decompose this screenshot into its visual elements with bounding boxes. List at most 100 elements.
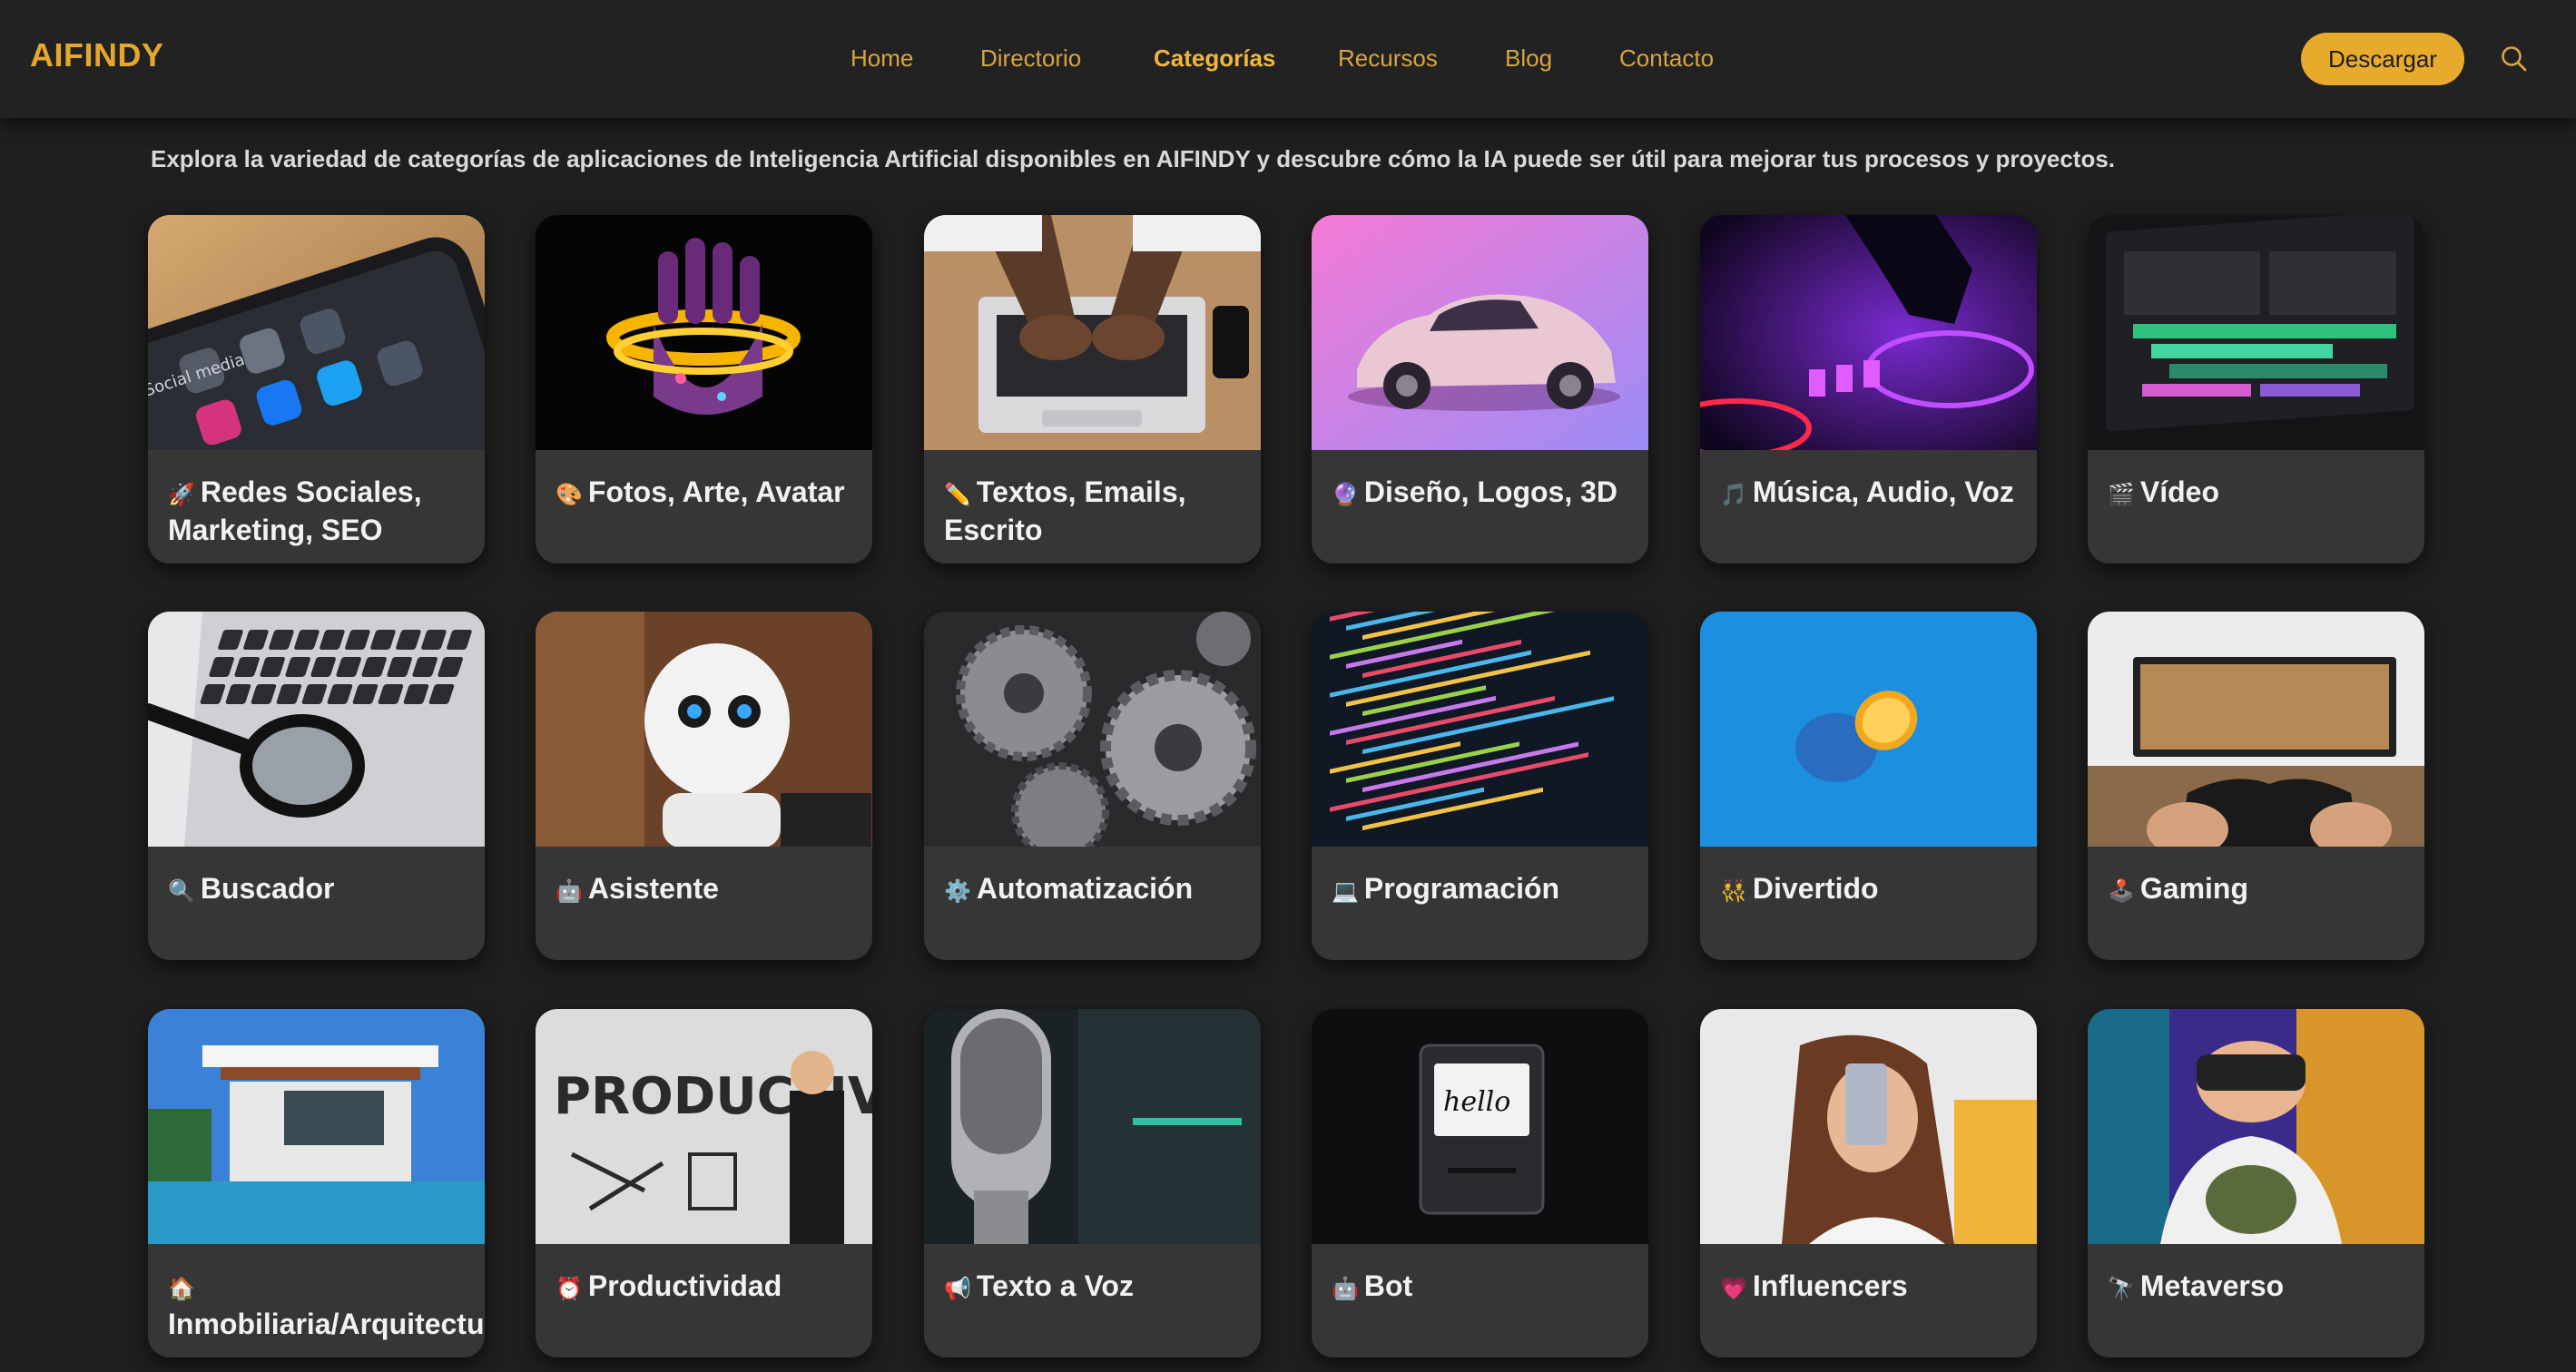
category-title: Música, Audio, Voz: [1752, 475, 2014, 508]
category-title: Bot: [1363, 1269, 1413, 1302]
category-label: 📢 Texto a Voz: [944, 1269, 1244, 1307]
category-emoji-icon: 🤖: [1332, 1277, 1359, 1301]
category-title: Diseño, Logos, 3D: [1363, 475, 1618, 508]
category-label: 🔮 Diseño, Logos, 3D: [1332, 475, 1631, 513]
category-card-16[interactable]: hello 🤖 Bot: [1312, 1009, 1648, 1357]
category-emoji-icon: 🎨: [556, 483, 583, 507]
category-label: 🎨 Fotos, Arte, Avatar: [556, 475, 855, 513]
category-card-15[interactable]: 📢 Texto a Voz: [924, 1009, 1261, 1357]
category-card-11[interactable]: 👯 Divertido: [1700, 612, 2037, 960]
category-emoji-icon: 🕹️: [2108, 879, 2135, 904]
category-emoji-icon: 🎵: [1720, 483, 1747, 507]
page: Explora la variedad de categorías de apl…: [0, 0, 2576, 1372]
gears-image: [924, 612, 1261, 847]
productivity-wall-image: PRODUCTIVIT: [536, 1009, 872, 1244]
category-emoji-icon: 🚀: [168, 483, 195, 507]
blue-lemon-image: [1700, 612, 2037, 847]
category-label: 🤖 Bot: [1332, 1269, 1631, 1307]
category-card-9[interactable]: ⚙️ Automatización: [924, 612, 1261, 960]
category-card-10[interactable]: 💻 Programación: [1312, 612, 1648, 960]
category-card-18[interactable]: 🔭 Metaverso: [2088, 1009, 2424, 1357]
main-nav: Home Directorio Categorías Recursos Blog…: [0, 44, 2576, 75]
category-label: 🚀 Redes Sociales, Marketing, SEO: [168, 475, 467, 547]
category-label: 🤖 Asistente: [556, 871, 855, 909]
category-emoji-icon: 🔮: [1332, 483, 1359, 507]
vr-headset-image: [2088, 1009, 2424, 1244]
category-label: 💗 Influencers: [1720, 1269, 2020, 1307]
category-title: Programación: [1363, 872, 1560, 905]
category-title: Productividad: [587, 1269, 782, 1302]
glowing-hand-image: [536, 215, 872, 450]
nav-recursos[interactable]: Recursos: [1338, 44, 1438, 73]
pink-car-image: [1312, 215, 1648, 450]
category-label: 🎵 Música, Audio, Voz: [1720, 475, 2020, 513]
category-title: Divertido: [1752, 872, 1879, 905]
video-editor-image: [2088, 215, 2424, 450]
category-card-12[interactable]: 🕹️ Gaming: [2088, 612, 2424, 960]
category-emoji-icon: ✏️: [944, 483, 971, 507]
category-label: ⏰ Productividad: [556, 1269, 855, 1307]
category-emoji-icon: 🏠: [168, 1277, 195, 1301]
category-card-5[interactable]: 🎵 Música, Audio, Voz: [1700, 215, 2037, 564]
category-label: 🏠 Inmobiliaria/Arquitectura: [168, 1269, 485, 1341]
category-card-13[interactable]: 🏠 Inmobiliaria/Arquitectura: [148, 1009, 485, 1357]
category-title: Metaverso: [2139, 1269, 2285, 1302]
category-emoji-icon: ⏰: [556, 1277, 583, 1301]
game-controller-image: [2088, 612, 2424, 847]
category-card-8[interactable]: 🤖 Asistente: [536, 612, 872, 960]
category-label: 🔍 Buscador: [168, 871, 467, 909]
intro-text: Explora la variedad de categorías de apl…: [151, 145, 2116, 172]
svg-text:hello: hello: [1443, 1086, 1510, 1118]
category-title: Vídeo: [2139, 475, 2220, 508]
nav-directorio[interactable]: Directorio: [980, 44, 1081, 73]
category-label: 👯 Divertido: [1720, 871, 2020, 909]
category-card-4[interactable]: 🔮 Diseño, Logos, 3D: [1312, 215, 1648, 564]
category-title: Buscador: [200, 872, 335, 905]
category-label: ⚙️ Automatización: [944, 871, 1244, 909]
category-emoji-icon: 👯: [1720, 879, 1747, 904]
magnifier-keyboard-image: [148, 612, 485, 847]
category-emoji-icon: 🤖: [556, 879, 583, 904]
category-label: 🔭 Metaverso: [2108, 1269, 2407, 1307]
laptop-typing-image: [924, 215, 1261, 450]
category-card-7[interactable]: 🔍 Buscador: [148, 612, 485, 960]
robot-image: [536, 612, 872, 847]
category-emoji-icon: 💻: [1332, 879, 1359, 904]
category-card-2[interactable]: 🎨 Fotos, Arte, Avatar: [536, 215, 872, 564]
category-emoji-icon: 🔍: [168, 879, 195, 904]
site-header: AIFINDY Home Directorio Categorías Recur…: [0, 0, 2576, 118]
category-card-3[interactable]: ✏️ Textos, Emails, Escrito: [924, 215, 1261, 564]
download-button[interactable]: Descargar: [2301, 33, 2464, 85]
category-title: Texto a Voz: [976, 1269, 1134, 1302]
category-emoji-icon: 📢: [944, 1277, 971, 1301]
category-title: Fotos, Arte, Avatar: [587, 475, 845, 508]
nav-categorias[interactable]: Categorías: [1154, 44, 1275, 73]
category-emoji-icon: ⚙️: [944, 879, 971, 904]
category-emoji-icon: 🔭: [2108, 1277, 2135, 1301]
selfie-girl-image: [1700, 1009, 2037, 1244]
category-label: 🎬 Vídeo: [2108, 475, 2407, 513]
search-icon[interactable]: [2500, 44, 2529, 74]
category-title: Inmobiliaria/Arquitectura: [168, 1308, 485, 1340]
category-label: 🕹️ Gaming: [2108, 871, 2407, 909]
category-label: ✏️ Textos, Emails, Escrito: [944, 475, 1244, 547]
category-emoji-icon: 🎬: [2108, 483, 2135, 507]
phone-social-apps-image: Social media: [148, 215, 485, 450]
category-card-14[interactable]: PRODUCTIVIT ⏰Productividad: [536, 1009, 872, 1357]
nav-blog[interactable]: Blog: [1505, 44, 1552, 73]
retro-computer-image: hello: [1312, 1009, 1648, 1244]
category-label: 💻 Programación: [1332, 871, 1631, 909]
category-card-17[interactable]: 💗 Influencers: [1700, 1009, 2037, 1357]
category-title: Textos, Emails, Escrito: [944, 475, 1186, 546]
modern-house-image: [148, 1009, 485, 1244]
category-title: Influencers: [1752, 1269, 1908, 1302]
dj-mixer-image: [1700, 215, 2037, 450]
category-card-6[interactable]: 🎬 Vídeo: [2088, 215, 2424, 564]
category-card-1[interactable]: Social media 🚀 Redes Sociales, Marketing,…: [148, 215, 485, 564]
nav-contacto[interactable]: Contacto: [1619, 44, 1714, 73]
nav-home[interactable]: Home: [850, 44, 913, 73]
category-emoji-icon: 💗: [1720, 1277, 1747, 1301]
category-title: Asistente: [587, 872, 719, 905]
code-screen-image: [1312, 612, 1648, 847]
microphone-image: [924, 1009, 1261, 1244]
